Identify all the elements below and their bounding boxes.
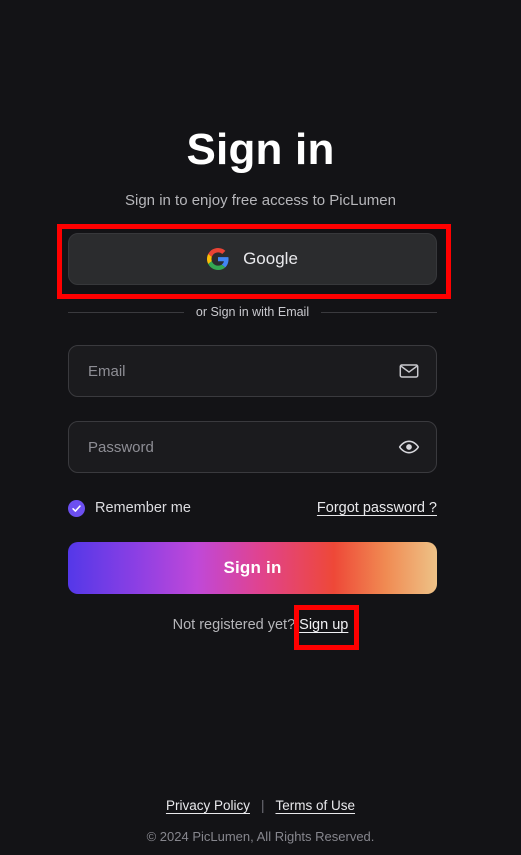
divider-line-right [321,311,437,313]
signup-link[interactable]: Sign up [299,617,348,633]
email-field[interactable] [68,345,437,397]
google-button-label: Google [243,249,298,268]
email-divider: or Sign in with Email [68,305,437,319]
password-input[interactable] [88,438,398,456]
footer-separator: | [260,798,265,813]
remember-me-toggle[interactable]: Remember me [68,499,191,517]
register-prompt-row: Not registered yet? Sign up [0,617,521,633]
register-prompt-text: Not registered yet? [172,617,296,633]
google-signin-button[interactable]: Google [68,233,437,285]
privacy-policy-link[interactable]: Privacy Policy [166,798,250,813]
remember-forgot-row: Remember me Forgot password ? [68,496,437,520]
terms-of-use-link[interactable]: Terms of Use [276,798,356,813]
page-title: Sign in [186,125,335,174]
signin-page: Sign in Sign in to enjoy free access to … [0,0,521,855]
forgot-password-link[interactable]: Forgot password ? [317,500,437,516]
google-logo-icon [207,248,229,270]
password-field[interactable] [68,421,437,473]
page-subtitle: Sign in to enjoy free access to PicLumen [125,192,396,209]
divider-line-left [68,311,184,313]
check-icon [72,504,81,512]
email-input[interactable] [88,362,398,380]
remember-me-checkbox[interactable] [68,499,85,517]
remember-me-label: Remember me [95,500,191,516]
signin-submit-button[interactable]: Sign in [68,542,437,594]
divider-label: or Sign in with Email [195,305,310,319]
eye-icon[interactable] [398,436,420,458]
envelope-icon [398,360,420,382]
footer-links: Privacy Policy | Terms of Use [0,798,521,813]
copyright-text: © 2024 PicLumen, All Rights Reserved. [146,829,375,844]
